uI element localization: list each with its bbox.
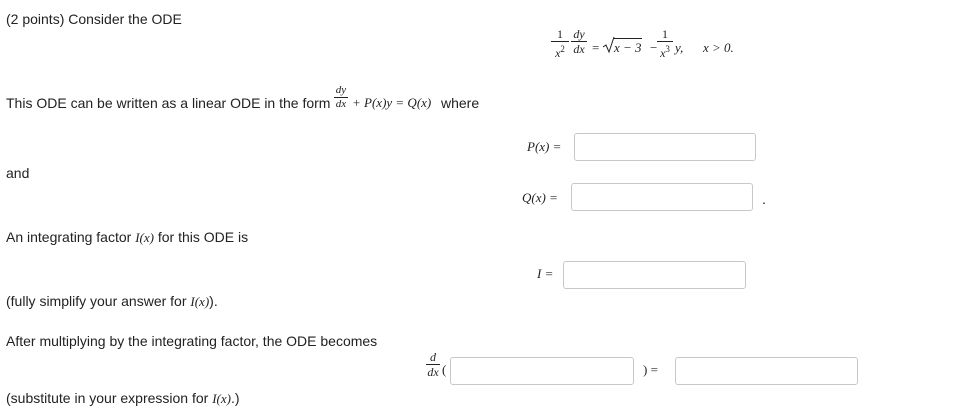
rhs-var: y, <box>675 40 684 55</box>
rhs-input[interactable] <box>675 357 858 385</box>
p-input[interactable] <box>574 133 756 161</box>
dydx-fraction: dy dx <box>571 28 587 55</box>
substitute-note: (substitute in your expression for I(x).… <box>6 390 240 406</box>
sqrt-content: x − 3 <box>614 38 642 55</box>
p-label: P(x) = <box>527 139 562 154</box>
lhs-fraction: 1 x2 <box>551 28 569 59</box>
form-dydx-fraction: dy dx <box>334 84 348 110</box>
i-label: I = <box>537 266 554 281</box>
equals-sign: = <box>592 40 600 55</box>
and-text: and <box>6 165 30 181</box>
after-multiplying-text: After multiplying by the integrating fac… <box>6 333 378 349</box>
integrating-factor-text: An integrating factor I(x) for this ODE … <box>6 229 249 245</box>
q-period: . <box>762 191 766 207</box>
open-paren: ( <box>442 362 447 377</box>
linear-form-text: This ODE can be written as a linear ODE … <box>6 95 331 111</box>
domain-condition: x > 0. <box>703 40 734 55</box>
close-paren-equals: ) = <box>643 362 658 377</box>
d-dx-fraction: d dx <box>426 350 440 379</box>
problem-header: (2 points) Consider the ODE <box>6 11 182 27</box>
rhs-fraction: 1 x3 <box>657 28 673 59</box>
d-inner-input[interactable] <box>450 357 634 385</box>
form-rest: + P(x)y = Q(x) <box>352 95 432 110</box>
q-input[interactable] <box>571 183 753 211</box>
where-text: where <box>441 95 480 111</box>
simplify-note: (fully simplify your answer for I(x)). <box>6 293 218 309</box>
i-input[interactable] <box>563 261 746 289</box>
q-label: Q(x) = <box>522 190 558 205</box>
